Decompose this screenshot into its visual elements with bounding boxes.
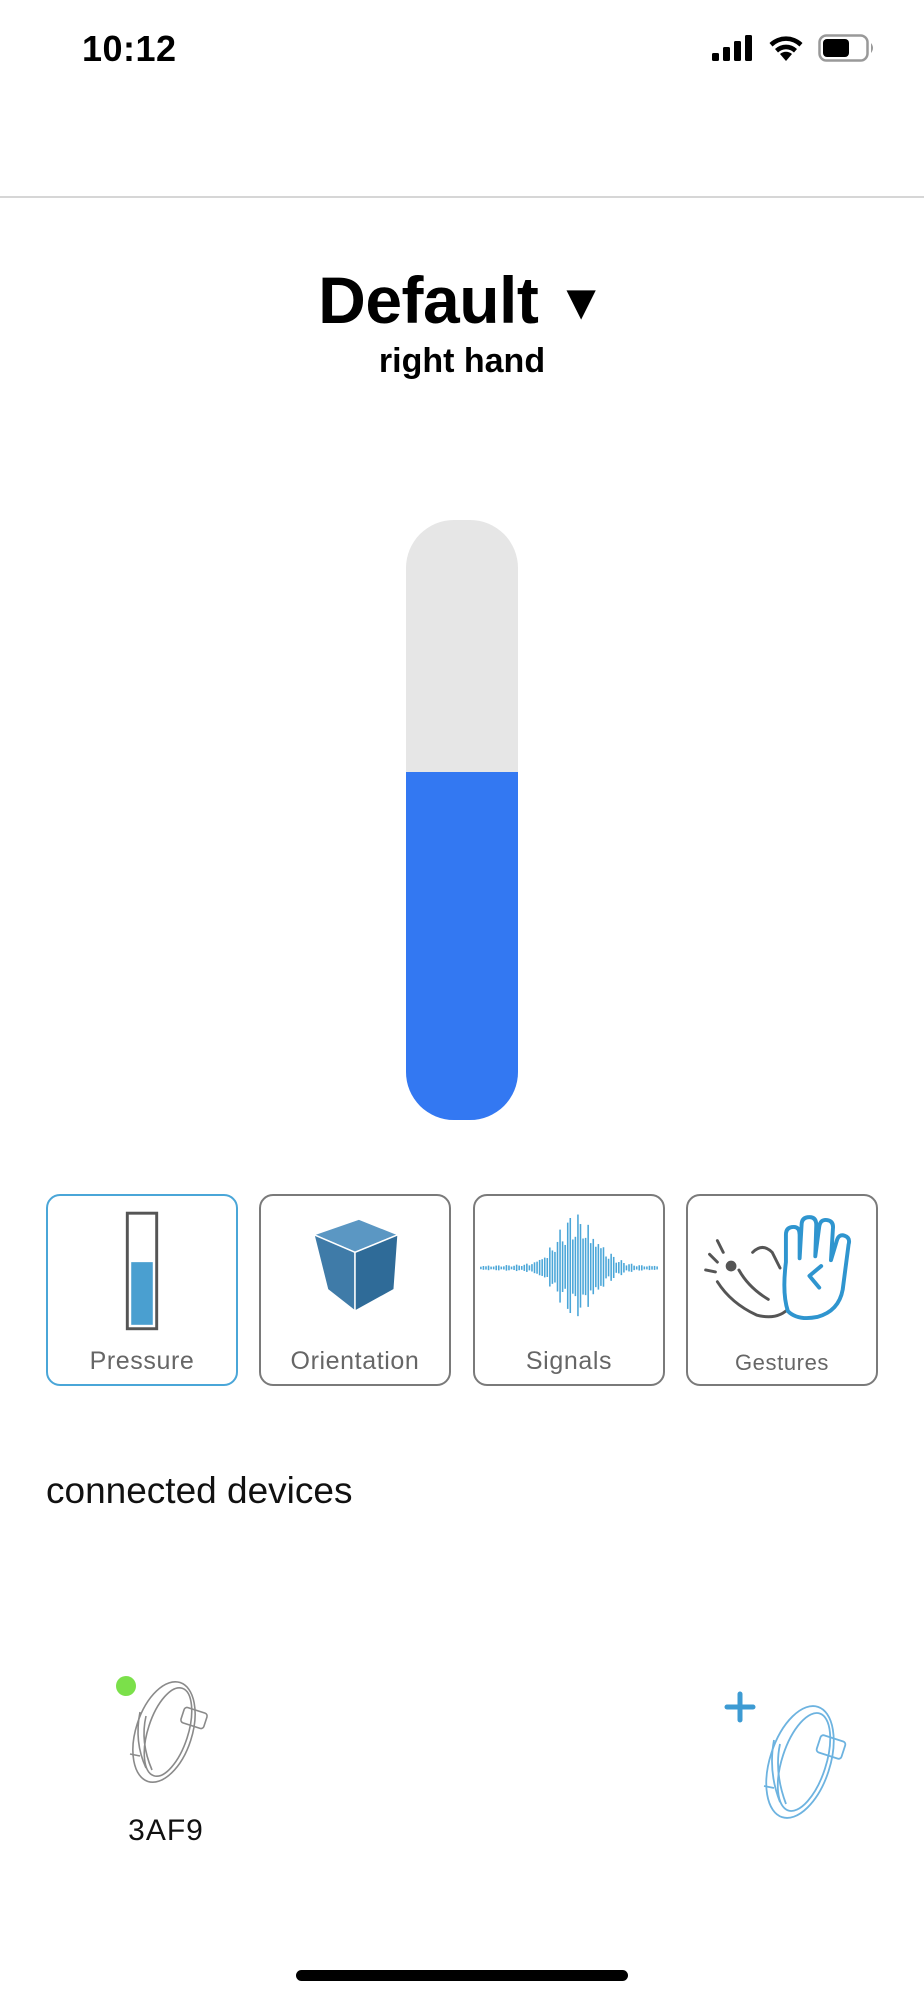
mode-label: Gestures [734, 1350, 830, 1375]
section-title-connected-devices: connected devices [46, 1470, 353, 1511]
battery-icon [818, 34, 873, 62]
mode-label: Pressure [89, 1347, 195, 1375]
hand-gesture-icon [704, 1215, 852, 1321]
mode-tiles: Pressure Orientation Signals Gestures [46, 1194, 878, 1386]
waveform-icon [480, 1214, 658, 1317]
nav-divider [0, 196, 924, 198]
connected-status-dot [116, 1676, 136, 1696]
mode-tile-orientation[interactable]: Orientation [259, 1194, 451, 1386]
hand-subtitle: right hand [378, 342, 546, 380]
app-screen: 10:12 Default ▼ right hand Pressure Orie… [0, 0, 924, 2000]
pressure-fill [406, 772, 518, 1120]
add-wristband-icon[interactable] [720, 1690, 860, 1830]
mode-tile-pressure[interactable]: Pressure [46, 1194, 238, 1386]
mode-label: Orientation [290, 1347, 420, 1375]
status-time: 10:12 [82, 28, 177, 69]
pressure-gauge-icon [125, 1211, 159, 1331]
cellular-signal-icon [712, 35, 752, 61]
mode-tile-gestures[interactable]: Gestures [686, 1194, 878, 1386]
dropdown-caret-icon[interactable]: ▼ [556, 277, 606, 327]
preset-selector[interactable]: Default ▼ [0, 262, 924, 338]
cube-icon [311, 1218, 401, 1313]
preset-title: Default [318, 263, 539, 337]
device-name: 3AF9 [128, 1814, 204, 1847]
mode-label: Signals [525, 1347, 613, 1375]
pressure-bar [406, 520, 518, 1120]
status-icons [712, 34, 876, 62]
mode-tile-signals[interactable]: Signals [473, 1194, 665, 1386]
home-indicator [296, 1970, 628, 1981]
wifi-icon [769, 36, 803, 61]
